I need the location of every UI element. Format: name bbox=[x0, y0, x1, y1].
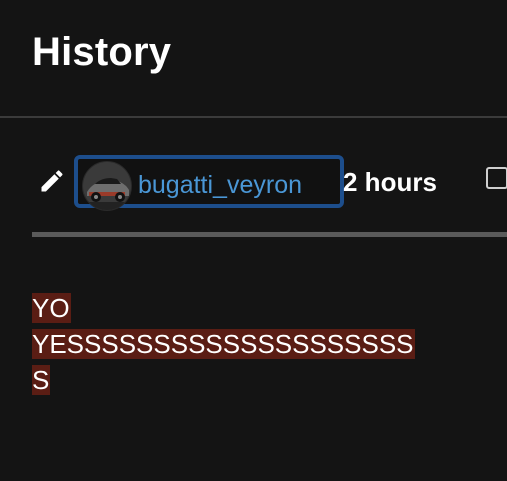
diff-line: YESSSSSSSSSSSSSSSSSSSS bbox=[32, 326, 482, 362]
history-entry-row: bugatti_veyron 2 hours bbox=[0, 150, 507, 214]
avatar[interactable] bbox=[82, 161, 132, 211]
entry-timestamp: 2 hours bbox=[343, 167, 437, 197]
diff-added-text: YESSSSSSSSSSSSSSSSSSSS bbox=[32, 329, 415, 359]
diff-line: YO bbox=[32, 290, 482, 326]
header-divider bbox=[0, 116, 507, 118]
entry-divider bbox=[32, 232, 507, 237]
car-avatar-icon bbox=[83, 162, 131, 210]
diff-content: YO YESSSSSSSSSSSSSSSSSSSS S bbox=[32, 290, 482, 398]
pencil-icon bbox=[41, 170, 63, 192]
username-link[interactable]: bugatti_veyron bbox=[138, 171, 302, 199]
diff-line: S bbox=[32, 362, 482, 398]
user-link[interactable]: bugatti_veyron bbox=[74, 155, 344, 211]
diff-added-text: S bbox=[32, 365, 51, 395]
page-title: History bbox=[32, 30, 172, 74]
diff-added-text: YO bbox=[32, 293, 71, 323]
history-page: History bugatti_veyron 2 hours YO YESSSS… bbox=[0, 0, 507, 481]
select-checkbox[interactable] bbox=[486, 167, 507, 189]
